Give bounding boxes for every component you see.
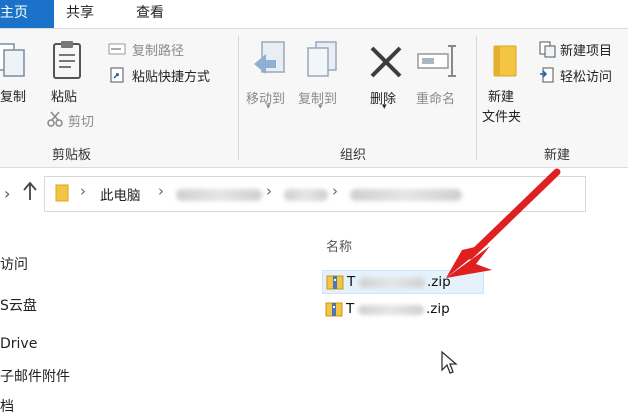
- forward-chevron-icon[interactable]: ›: [4, 184, 10, 203]
- new-folder-button[interactable]: 新建 文件夹: [482, 40, 532, 130]
- tab-view[interactable]: 查看: [136, 0, 164, 28]
- breadcrumb-redacted-3[interactable]: [350, 189, 462, 201]
- copy-button[interactable]: 复制: [0, 40, 32, 110]
- tab-share[interactable]: 共享: [66, 0, 94, 28]
- breadcrumb-sep: ›: [266, 182, 272, 200]
- new-group-label: 新建: [544, 148, 571, 163]
- cut-label: 剪切: [68, 115, 95, 130]
- zip-folder-icon: [326, 275, 344, 290]
- file-row[interactable]: T .zip: [322, 270, 484, 294]
- delete-x-icon: [370, 46, 402, 78]
- ribbon-separator: [238, 36, 239, 160]
- breadcrumb-sep: ›: [332, 182, 338, 200]
- chevron-down-icon: ▾: [266, 102, 271, 112]
- cut-button[interactable]: 剪切: [46, 110, 106, 130]
- organize-group-label: 组织: [340, 148, 367, 163]
- paste-shortcut-button[interactable]: 粘贴快捷方式: [108, 66, 238, 86]
- new-item-icon: [539, 41, 556, 58]
- nav-item-onedrive[interactable]: Drive: [0, 336, 37, 352]
- nav-item-email-attachments[interactable]: 子邮件附件: [0, 366, 70, 386]
- file-name-ext: .zip: [426, 301, 450, 317]
- ribbon-separator: [476, 36, 477, 160]
- new-folder-label-line1: 新建: [488, 90, 515, 105]
- new-item-label: 新建项目: [560, 44, 613, 59]
- nav-item-quick-access[interactable]: 访问: [0, 254, 28, 274]
- paste-button[interactable]: 粘贴: [46, 40, 90, 110]
- scissors-icon: [47, 111, 63, 127]
- file-name-redacted: [359, 278, 425, 288]
- file-name-prefix: T: [347, 274, 356, 290]
- file-name-prefix: T: [346, 301, 355, 317]
- breadcrumb-sep: ›: [80, 182, 86, 200]
- folder-icon: [54, 183, 72, 207]
- easy-access-icon: [540, 67, 554, 83]
- up-arrow-icon[interactable]: [22, 180, 38, 206]
- chevron-down-icon: ▾: [318, 102, 323, 112]
- new-item-button[interactable]: 新建项目: [538, 40, 628, 60]
- paste-shortcut-icon: [110, 67, 124, 83]
- delete-button[interactable]: 删除 ▾: [366, 40, 406, 120]
- folder-icon: [493, 45, 517, 77]
- nav-item-cloud-drive[interactable]: S云盘: [0, 295, 37, 315]
- breadcrumb-redacted-1[interactable]: [176, 189, 262, 201]
- move-to-icon: [254, 41, 285, 74]
- rename-icon: [417, 45, 456, 77]
- copy-icon: [0, 43, 25, 77]
- tab-share-label: 共享: [66, 5, 94, 21]
- copy-to-button[interactable]: 复制到 ▾: [298, 40, 348, 120]
- chevron-down-icon: ▾: [382, 102, 387, 112]
- mouse-cursor-icon: [441, 350, 458, 374]
- zip-folder-icon: [325, 302, 343, 317]
- breadcrumb-redacted-2[interactable]: [284, 189, 328, 201]
- easy-access-button[interactable]: 轻松访问: [538, 66, 628, 86]
- easy-access-label: 轻松访问: [560, 70, 613, 85]
- tab-view-label: 查看: [136, 5, 164, 21]
- new-folder-label-line2: 文件夹: [482, 110, 522, 125]
- paste-label: 粘贴: [51, 90, 78, 105]
- column-header-name[interactable]: 名称: [326, 236, 352, 255]
- move-to-button[interactable]: 移动到 ▾: [246, 40, 296, 120]
- tab-home-label: 主页: [0, 5, 28, 21]
- clipboard-group-label: 剪贴板: [52, 148, 92, 163]
- copy-path-icon: [108, 43, 126, 55]
- breadcrumb-sep: ›: [158, 182, 164, 200]
- file-name-ext: .zip: [427, 274, 451, 290]
- rename-label: 重命名: [416, 92, 456, 107]
- clipboard-icon: [53, 41, 81, 79]
- ribbon-tabbar: 主页 共享 查看: [0, 0, 628, 28]
- copy-path-button[interactable]: 复制路径: [108, 40, 208, 60]
- breadcrumb-this-pc[interactable]: 此电脑: [100, 184, 141, 204]
- copy-path-label: 复制路径: [132, 44, 185, 59]
- rename-button[interactable]: 重命名: [414, 40, 464, 120]
- copy-to-icon: [307, 41, 337, 77]
- tab-home[interactable]: 主页: [0, 0, 54, 28]
- file-name-redacted: [358, 305, 424, 315]
- nav-item-documents[interactable]: 档: [0, 396, 14, 416]
- file-row[interactable]: T .zip: [322, 298, 482, 320]
- paste-shortcut-label: 粘贴快捷方式: [132, 70, 211, 85]
- copy-label: 复制: [0, 90, 27, 105]
